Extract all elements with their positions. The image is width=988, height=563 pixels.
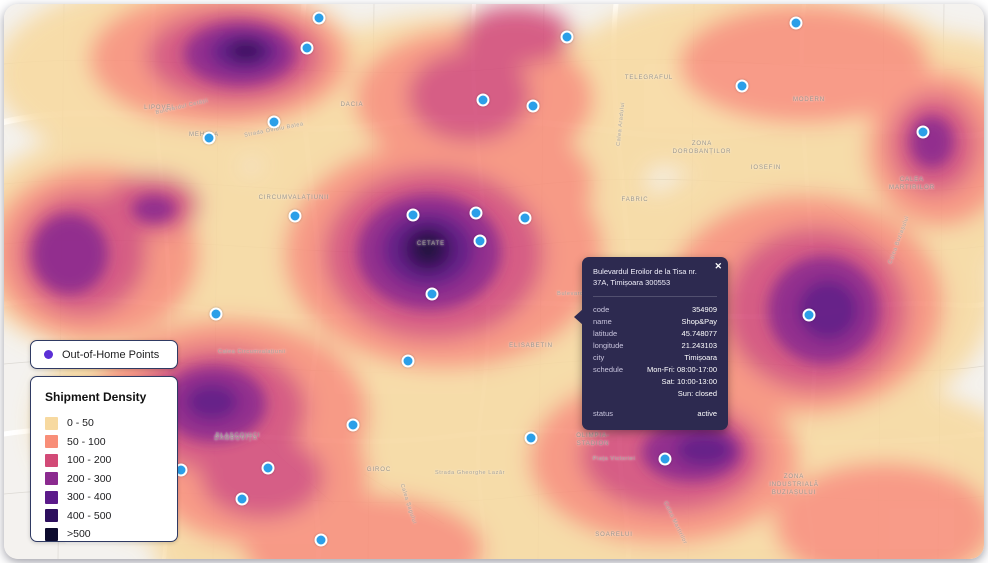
shipment-density-legend: Shipment Density 0 - 50 50 - 100 100 - 200…	[30, 376, 178, 542]
map-marker[interactable]	[401, 354, 415, 368]
location-detail-popup[interactable]: ✕ Bulevardul Eroilor de la Tisa nr. 37A,…	[574, 257, 728, 430]
map-marker[interactable]	[346, 418, 360, 432]
popup-status-row: status active	[593, 408, 717, 420]
density-legend-row: >500	[45, 525, 163, 544]
density-legend-row: 100 - 200	[45, 451, 163, 470]
popup-spacer	[593, 401, 717, 408]
popup-row: latitude 45.748077	[593, 328, 717, 340]
popup-row-key: code	[593, 304, 610, 314]
map-marker[interactable]	[524, 431, 538, 445]
popup-row: schedule Mon-Fri: 08:00-17:00 Sat: 10:00-…	[593, 364, 717, 400]
map-marker[interactable]	[288, 209, 302, 223]
popup-row: name Shop&Pay	[593, 316, 717, 328]
popup-row-value: 354909	[691, 304, 717, 314]
map-marker[interactable]	[476, 93, 490, 107]
popup-row-value: Mon-Fri: 08:00-17:00 Sat: 10:00-13:00 Su…	[646, 365, 717, 399]
density-legend-swatch	[45, 527, 58, 541]
map-marker[interactable]	[267, 115, 281, 129]
density-legend-swatch	[45, 509, 58, 523]
map-street-label: Calea Circumvalațiunii	[218, 349, 286, 355]
map-marker[interactable]	[473, 234, 487, 248]
density-legend-row: 200 - 300	[45, 470, 163, 489]
map-marker[interactable]	[261, 461, 275, 475]
popup-row-key: latitude	[593, 328, 618, 338]
popup-attribute-rows: code 354909 name Shop&Pay latitude 45.748077 l…	[593, 304, 717, 401]
density-legend-rows: 0 - 50 50 - 100 100 - 200 200 - 300 300 - 40…	[45, 414, 163, 544]
popup-row-key: city	[593, 353, 605, 363]
out-of-home-legend: Out-of-Home Points	[30, 340, 178, 369]
popup-row-value: 45.748077	[681, 328, 717, 338]
density-legend-label: 300 - 400	[67, 491, 112, 504]
map-marker[interactable]	[202, 131, 216, 145]
density-legend-label: 100 - 200	[67, 454, 112, 467]
popup-row: code 354909	[593, 304, 717, 316]
map-street-label: Strada Gheorghe Lazăr	[434, 470, 506, 476]
map-marker[interactable]	[916, 125, 930, 139]
popup-pointer	[574, 309, 583, 325]
density-legend-label: 200 - 300	[67, 472, 112, 485]
map-marker[interactable]	[526, 99, 540, 113]
popup-row-key: name	[593, 316, 612, 326]
density-legend-title: Shipment Density	[45, 390, 147, 404]
popup-status-key: status	[593, 408, 614, 418]
density-legend-swatch	[45, 453, 58, 467]
close-icon[interactable]: ✕	[714, 262, 722, 271]
popup-status-value: active	[697, 408, 717, 418]
density-legend-label: >500	[67, 528, 91, 541]
out-of-home-legend-label: Out-of-Home Points	[62, 348, 160, 361]
map-marker[interactable]	[314, 533, 328, 547]
map-marker[interactable]	[560, 30, 574, 44]
density-legend-row: 300 - 400	[45, 488, 163, 507]
density-legend-row: 0 - 50	[45, 414, 163, 433]
density-legend-swatch	[45, 416, 58, 430]
density-legend-swatch	[45, 472, 58, 486]
popup-divider	[593, 295, 717, 297]
density-legend-swatch	[45, 435, 58, 449]
map-marker[interactable]	[209, 307, 223, 321]
map-marker[interactable]	[735, 79, 749, 93]
map-marker[interactable]	[312, 11, 326, 25]
density-legend-label: 50 - 100	[67, 435, 106, 448]
popup-row-key: longitude	[593, 340, 624, 350]
popup-row-value: Timișoara	[684, 353, 717, 363]
map-frame[interactable]: DACIAMEHALACIRCUMVALAȚIUNIITELEGRAFULMOD…	[4, 4, 984, 559]
density-legend-label: 400 - 500	[67, 509, 112, 522]
popup-row: city Timișoara	[593, 352, 717, 364]
density-legend-label: 0 - 50	[67, 417, 94, 430]
popup-row: longitude 21.243103	[593, 340, 717, 352]
map-marker[interactable]	[406, 208, 420, 222]
map-marker[interactable]	[300, 41, 314, 55]
map-marker[interactable]	[469, 206, 483, 220]
heatmap-screen: DACIAMEHALACIRCUMVALAȚIUNIITELEGRAFULMOD…	[0, 0, 988, 563]
popup-row-value: Shop&Pay	[681, 316, 717, 326]
map-marker[interactable]	[802, 308, 816, 322]
map-marker[interactable]	[235, 492, 249, 506]
density-legend-row: 50 - 100	[45, 433, 163, 452]
map-marker[interactable]	[518, 211, 532, 225]
density-legend-swatch	[45, 490, 58, 504]
map-marker[interactable]	[658, 452, 672, 466]
map-street-label: Piața Victoriei	[592, 456, 636, 462]
popup-row-key: schedule	[593, 365, 624, 375]
popup-row-value: 21.243103	[681, 340, 717, 350]
popup-title: Bulevardul Eroilor de la Tisa nr. 37A, T…	[593, 267, 697, 288]
map-marker[interactable]	[425, 287, 439, 301]
out-of-home-dot-icon	[44, 350, 53, 359]
density-legend-row: 400 - 500	[45, 507, 163, 526]
map-marker[interactable]	[789, 16, 803, 30]
